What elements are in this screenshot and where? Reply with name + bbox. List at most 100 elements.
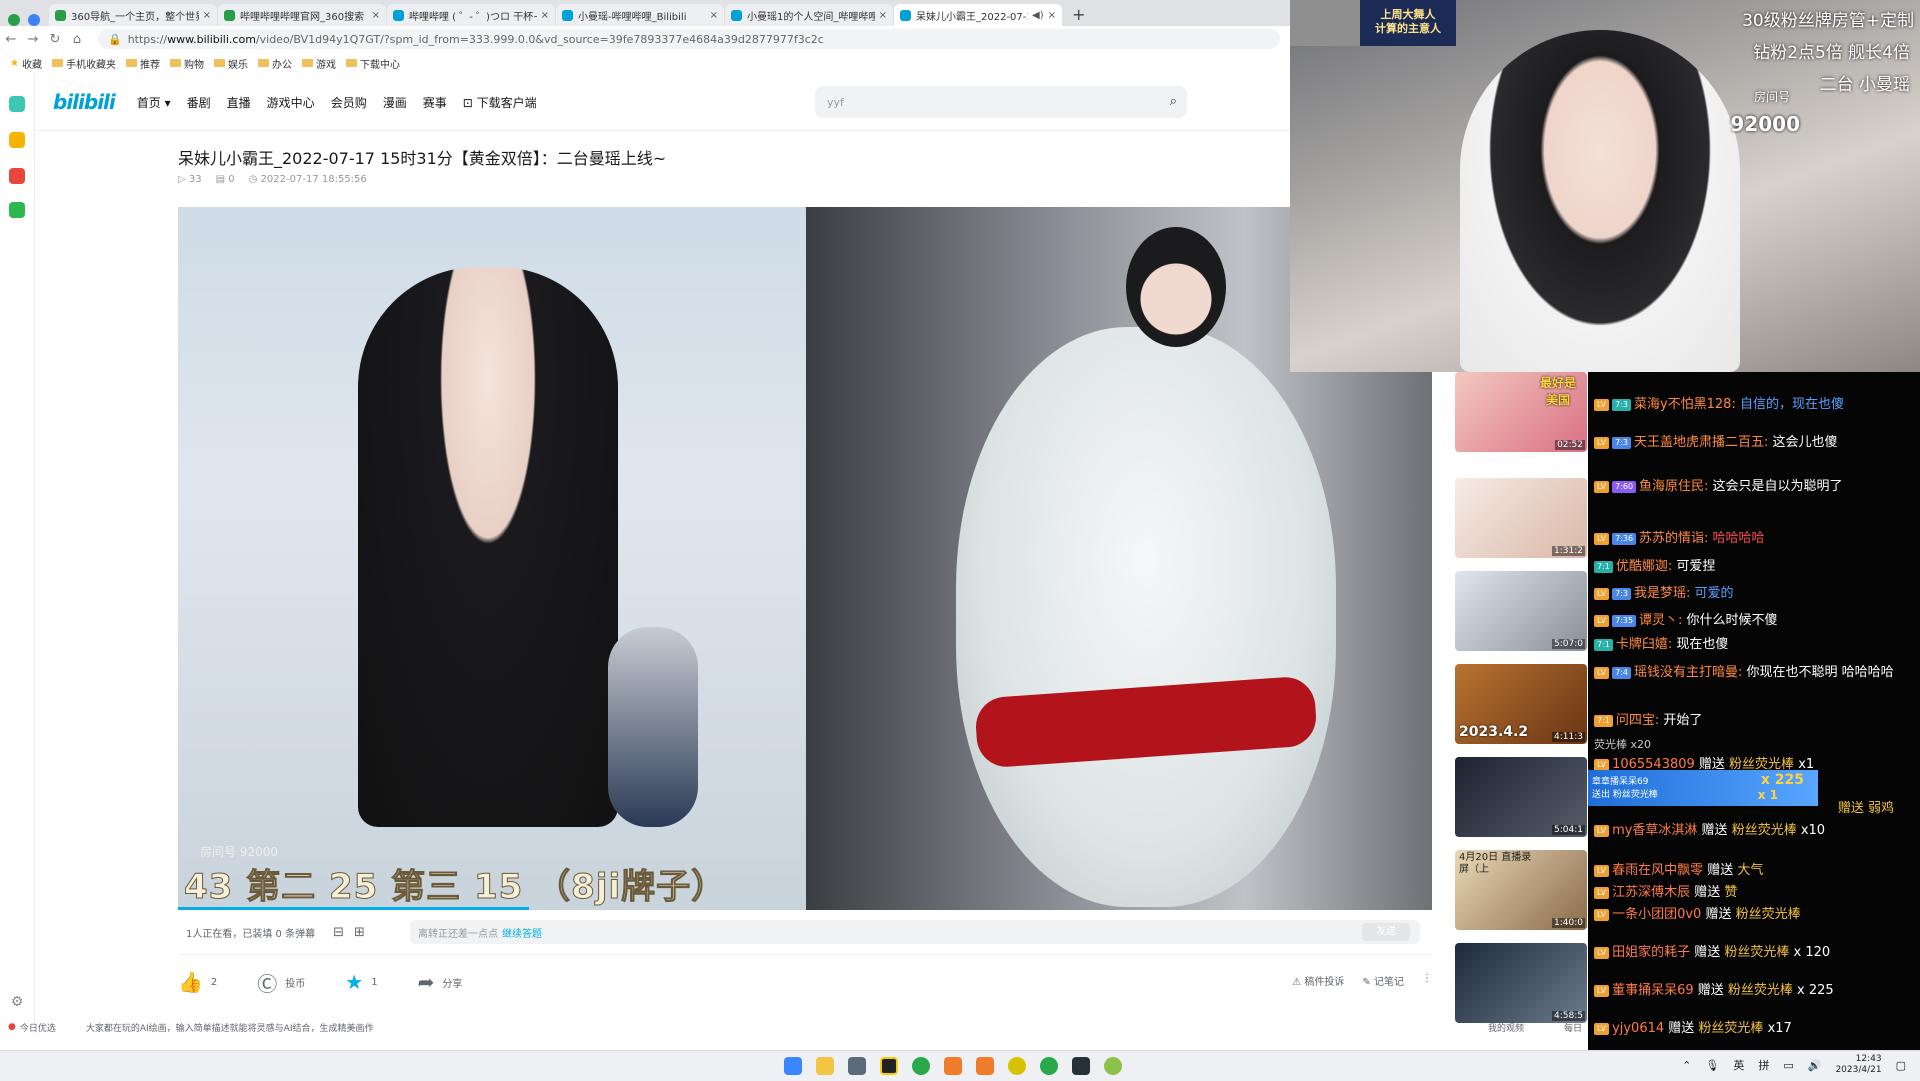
recommend-thumb[interactable]: 最好是 美国 02:52 (1455, 372, 1587, 452)
nav-manga[interactable]: 漫画 (383, 94, 407, 111)
nav-game-center[interactable]: 游戏中心 (267, 94, 315, 111)
bookmark-item[interactable]: 游戏 (301, 56, 336, 71)
clock[interactable]: 12:43 2023/4/21 (1835, 1054, 1881, 1076)
recommend-thumb[interactable]: 2023.4.2 4:11:3 (1455, 664, 1587, 744)
ime-language[interactable]: 英 (1733, 1057, 1744, 1073)
browser-tab[interactable]: 360导航_一个主页，整个世界 × (49, 4, 217, 26)
browser-tab-bar: 360导航_一个主页，整个世界 × 哔哩哔哩哔哩官网_360搜索 × 哔哩哔哩 ( … (0, 0, 1290, 26)
browser-tab-active[interactable]: 呆妹儿小霸王_2022-07-17 ◀) × (894, 4, 1062, 26)
danmaku-toggle-icon[interactable]: ⊟ (333, 925, 344, 940)
nav-live[interactable]: 直播 (227, 94, 251, 111)
nav-anime[interactable]: 番剧 (187, 94, 211, 111)
network-icon[interactable]: ▭ (1783, 1059, 1793, 1072)
like-button[interactable]: 👍 2 (178, 970, 217, 994)
volume-icon[interactable]: 🔊 (1808, 1059, 1822, 1072)
weibo-icon[interactable] (9, 168, 25, 184)
close-icon[interactable]: × (710, 10, 718, 21)
level-badge: 7:4 (1612, 667, 1631, 679)
bilibili-favicon-icon (731, 9, 742, 21)
recommend-thumb[interactable]: 1:31:2 (1455, 478, 1587, 558)
settings-icon[interactable]: ⚙ (9, 994, 25, 1010)
bookmark-item[interactable]: ★ 收藏 (10, 56, 42, 71)
new-tab-button[interactable]: + (1072, 4, 1085, 26)
speaker-icon[interactable]: ◀) (1032, 10, 1044, 21)
ad-text[interactable]: 大家都在玩的AI绘画，输入简单描述就能将灵感与AI结合，生成精美画作 (86, 1021, 374, 1034)
danmaku-input[interactable]: 离转正还差一点点 继续答题 发送 (410, 920, 1420, 944)
forward-icon[interactable]: → (22, 32, 44, 47)
live-chat-panel: LV 7:3 菜海y不怕黑128: 自信的，现在也傻 LV 7:3 天王盖地虎肃播二百五… (1588, 372, 1920, 1050)
browser-tab[interactable]: 哔哩哔哩哔哩官网_360搜索 × (218, 4, 386, 26)
360-browser-icon[interactable] (1040, 1057, 1058, 1075)
app-icon[interactable] (880, 1057, 898, 1075)
favorites-icon[interactable] (9, 132, 25, 148)
chevron-up-icon[interactable]: ⌃ (1682, 1059, 1691, 1072)
360-browser-icon[interactable] (912, 1057, 930, 1075)
search-icon[interactable]: ⌕ (1170, 94, 1177, 109)
browser-tab[interactable]: 小曼瑶-哔哩哔哩_Bilibili × (556, 4, 724, 26)
recommend-thumb[interactable]: 4:58:5 (1455, 943, 1587, 1023)
microphone (608, 627, 698, 827)
home-icon[interactable]: ⌂ (66, 32, 88, 47)
video-overlay-text: 43 第二 25 第三 15 （8ji牌子） (183, 867, 727, 908)
microphone-icon[interactable]: 🎙 (1705, 1059, 1719, 1072)
close-icon[interactable]: × (879, 10, 887, 21)
favorite-button[interactable]: ★ 1 (345, 970, 377, 994)
start-icon[interactable] (784, 1057, 802, 1075)
chat-message: LV 7:60 鱼海原住民: 这会只是自以为聪明了 (1594, 478, 1914, 496)
share-button[interactable]: ➦ 分享 (418, 970, 463, 994)
recommend-thumb[interactable]: 4月20日 直播录屏（上 1:40:0 (1455, 850, 1587, 930)
app-icon[interactable] (1072, 1057, 1090, 1075)
app-icon[interactable] (976, 1057, 994, 1075)
app-icon[interactable] (1008, 1057, 1026, 1075)
danmaku-settings-icon[interactable]: ⊞ (354, 925, 365, 940)
gift-banner: 章章播呆呆69 送出 粉丝荧光棒 x 225 x 1 (1588, 770, 1818, 806)
browser-menu[interactable] (0, 14, 48, 26)
nav-download[interactable]: ⊡ 下载客户端 (463, 94, 537, 111)
level-badge: 7:1 (1594, 639, 1613, 651)
chat-message: LV 7:35 谭灵丶: 你什么时候不傻 (1594, 612, 1914, 630)
ime-mode[interactable]: 拼 (1758, 1057, 1769, 1073)
back-icon[interactable]: ← (0, 32, 22, 47)
app-icon[interactable] (848, 1057, 866, 1075)
continue-quiz-link[interactable]: 继续答题 (502, 925, 542, 940)
mail-icon[interactable] (9, 202, 25, 218)
notification-icon[interactable]: ▢ (1896, 1059, 1906, 1072)
video-player[interactable]: 房间号 92000 43 第二 25 第三 15 （8ji牌子） (178, 207, 1432, 910)
bookmark-item[interactable]: 推荐 (125, 56, 160, 71)
recommend-thumb[interactable]: 5:04:1 (1455, 757, 1587, 837)
bookmark-item[interactable]: 下载中心 (345, 56, 400, 71)
close-icon[interactable]: × (541, 10, 549, 21)
search-input[interactable]: yyf ⌕ (815, 86, 1187, 118)
nav-home[interactable]: 首页 ▾ (137, 94, 171, 111)
more-icon[interactable]: ⋮ (1422, 973, 1432, 988)
app-icon[interactable] (1104, 1057, 1122, 1075)
fan-badge: LV (1594, 399, 1610, 411)
report-button[interactable]: ⚠ 稿件投诉 (1292, 973, 1344, 988)
close-icon[interactable]: × (203, 10, 211, 21)
coin-button[interactable]: Ⓒ 投币 (257, 968, 305, 997)
bookmark-item[interactable]: 办公 (257, 56, 292, 71)
send-button[interactable]: 发送 (1362, 923, 1410, 941)
chat-icon[interactable] (9, 96, 25, 112)
nav-shop[interactable]: 会员购 (331, 94, 367, 111)
folder-icon (125, 59, 137, 67)
close-icon[interactable]: × (1048, 10, 1056, 21)
room-watermark: 房间号 92000 (200, 845, 278, 859)
browser-tab[interactable]: 小曼瑶1的个人空间_哔哩哔哩 × (725, 4, 893, 26)
app-icon[interactable] (944, 1057, 962, 1075)
bilibili-logo[interactable]: bilibili (53, 90, 116, 114)
url-field[interactable]: 🔒 https://www.bilibili.com/video/BV1d94y… (98, 29, 1280, 49)
reload-icon[interactable]: ↻ (44, 32, 66, 47)
gift-message: LV 田姐家的耗子 赠送 粉丝荧光棒 x 120 (1594, 944, 1914, 962)
recommend-thumb[interactable]: 5:07:0 (1455, 571, 1587, 651)
close-icon[interactable]: × (372, 10, 380, 21)
file-explorer-icon[interactable] (816, 1057, 834, 1075)
notes-button[interactable]: ✎ 记笔记 (1362, 973, 1404, 988)
browser-tab[interactable]: 哔哩哔哩 ( ゜- ゜)つロ 干杯~- × (387, 4, 555, 26)
bookmark-item[interactable]: 娱乐 (213, 56, 248, 71)
bookmark-item[interactable]: 购物 (169, 56, 204, 71)
nav-esports[interactable]: 赛事 (423, 94, 447, 111)
site-header: bilibili 首页 ▾ 番剧 直播 游戏中心 会员购 漫画 赛事 ⊡ 下载客… (35, 74, 1290, 131)
bookmark-item[interactable]: 手机收藏夹 (51, 56, 116, 71)
daily-picks[interactable]: 今日优选 (20, 1021, 56, 1034)
